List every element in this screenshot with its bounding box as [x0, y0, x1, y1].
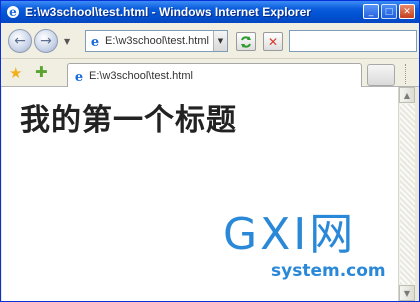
stop-icon: ✕	[267, 34, 279, 49]
tab-bar: ★ ✚ e E:\w3school\test.html	[1, 59, 419, 87]
watermark-site: system.com	[271, 261, 386, 281]
page-heading: 我的第一个标题	[20, 103, 237, 138]
window-controls: _ □ ✕	[363, 4, 415, 19]
svg-text:e: e	[75, 70, 83, 83]
ie-logo-icon: e	[7, 5, 19, 19]
ie-page-icon: e	[91, 35, 99, 48]
forward-button[interactable]: →	[34, 29, 58, 53]
forward-arrow-icon: →	[40, 33, 52, 49]
toolbar-grip[interactable]	[405, 64, 409, 84]
new-tab-button[interactable]	[367, 64, 395, 86]
back-arrow-icon: ←	[14, 33, 26, 49]
scroll-track[interactable]	[400, 104, 415, 284]
window-title: E:\w3school\test.html - Windows Internet…	[25, 5, 311, 19]
watermark-brand: GXI网	[223, 209, 357, 260]
add-favorites-icon[interactable]: ✚	[35, 63, 48, 81]
watermark-logo: GXI网 system.com	[223, 209, 386, 291]
address-dropdown-button[interactable]: ▼	[213, 31, 227, 51]
navigation-bar: ← → ▼ e E:\w3school\test.html ▼ ✕	[1, 23, 419, 59]
recent-pages-dropdown[interactable]: ▼	[64, 37, 70, 46]
svg-text:e: e	[91, 35, 99, 48]
svg-text:e: e	[9, 5, 17, 19]
vertical-scrollbar[interactable]: ▲ ▼	[398, 87, 415, 301]
address-text[interactable]: E:\w3school\test.html	[105, 35, 209, 47]
favorites-star-icon[interactable]: ★	[9, 64, 22, 82]
tab-current[interactable]: e E:\w3school\test.html	[67, 63, 362, 87]
tab-label: E:\w3school\test.html	[89, 69, 193, 82]
address-bar[interactable]: e E:\w3school\test.html ▼	[85, 30, 228, 52]
back-button[interactable]: ←	[8, 29, 32, 53]
ie-page-icon: e	[75, 70, 83, 83]
maximize-button[interactable]: □	[381, 4, 397, 19]
title-bar[interactable]: e E:\w3school\test.html - Windows Intern…	[1, 1, 419, 23]
scroll-up-button[interactable]: ▲	[399, 87, 415, 103]
minimize-button[interactable]: _	[363, 4, 379, 19]
close-button[interactable]: ✕	[399, 4, 415, 19]
browser-window: e E:\w3school\test.html - Windows Intern…	[0, 0, 420, 302]
scroll-down-button[interactable]: ▼	[399, 285, 415, 301]
search-input[interactable]	[289, 30, 417, 52]
stop-button[interactable]: ✕	[263, 32, 283, 51]
refresh-icon	[241, 35, 251, 48]
refresh-button[interactable]	[236, 32, 256, 51]
